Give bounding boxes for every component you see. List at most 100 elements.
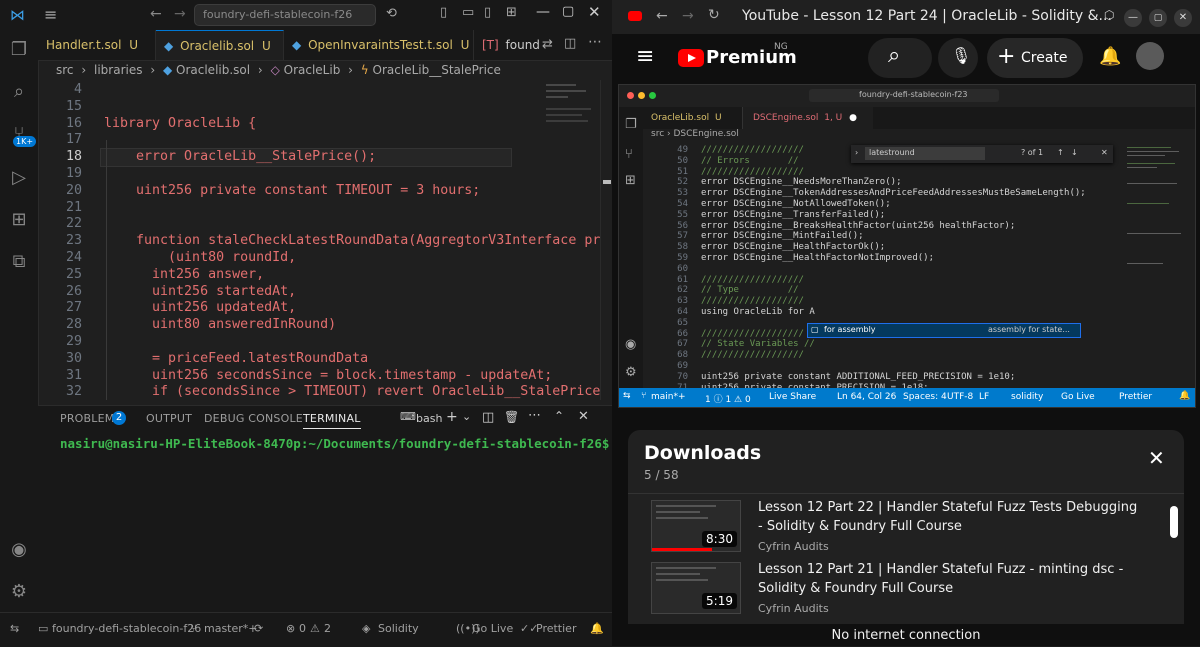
panel-maximize-icon[interactable]: ⌃ [554,409,564,423]
downloads-title: Downloads [644,442,762,464]
voice-search-button[interactable]: 🎙 [938,38,978,78]
video-player[interactable]: foundry-defi-stablecoin-f23 ❐ ⑂ ⊞ ◉ ⚙ Or… [618,84,1196,408]
trash-icon[interactable]: 🗑 [504,410,519,424]
maximize-icon[interactable]: ▢ [1149,9,1167,27]
code-line: library OracleLib { [104,115,257,131]
back-arrow-icon[interactable]: ← [656,8,668,24]
run-debug-icon[interactable]: ▷ [9,168,29,188]
status-warnings[interactable]: 2 [324,622,331,635]
more-actions-icon[interactable]: ⋯ [528,408,541,423]
back-arrow-icon[interactable]: ← [150,6,162,22]
customize-layout-icon[interactable]: ⊞ [506,5,517,20]
notifications-bell-icon[interactable]: 🔔 [1099,46,1121,67]
tab-oraclelib[interactable]: ◆ Oraclelib.sol U [156,30,284,60]
breadcrumb-item[interactable]: libraries [94,63,142,77]
video-status-language: solidity [1011,392,1044,402]
layout-panel-icon[interactable]: ▭ [462,5,474,20]
video-title[interactable]: Lesson 12 Part 21 | Handler Stateful Fuz… [758,560,1138,598]
extensions-icon[interactable]: ⊞ [9,210,29,230]
downloads-divider [628,493,1184,494]
status-folder[interactable]: foundry-defi-stablecoin-f26 [52,622,201,635]
list-item[interactable]: 8:30 Lesson 12 Part 22 | Handler Statefu… [628,498,1168,554]
forward-arrow-icon[interactable]: → [174,6,186,22]
tab-openinvariants[interactable]: ◆ OpenInvaraintsTest.t.sol U [284,30,474,60]
breadcrumb: src › libraries › ◆ Oraclelib.sol › ◇ Or… [38,60,612,80]
video-code-line: error DSCEngine__HealthFactorNotImproved… [701,253,934,263]
channel-name[interactable]: Cyfrin Audits [758,540,829,553]
split-editor-icon[interactable]: ◫ [564,36,576,51]
breadcrumb-item[interactable]: OracleLib [284,63,341,77]
remote-explorer-icon[interactable]: ⧉ [9,252,29,272]
panel-tab-output[interactable]: OUTPUT [146,412,192,425]
video-tab-badge: 1, U [824,113,843,123]
forward-arrow-icon[interactable]: → [682,8,694,24]
close-icon[interactable]: ✕ [588,3,601,21]
line-number: 19 [65,166,82,181]
video-duration: 5:19 [702,593,737,609]
tab-handler[interactable]: Handler.t.sol U [38,30,156,60]
new-terminal-icon[interactable]: + [446,409,458,425]
video-line-number: 61 [677,274,688,285]
settings-gear-icon[interactable]: ⚙ [9,582,29,602]
account-icon[interactable]: ◉ [9,540,29,560]
status-branch[interactable]: master*+ [204,622,258,635]
error-symbol-icon: ϟ [360,63,369,77]
close-icon[interactable]: ✕ [1174,9,1192,27]
remote-icon[interactable]: ⇆ [10,622,19,635]
minimize-icon[interactable]: — [1124,9,1142,27]
line-number: 23 [65,233,82,249]
traffic-light-yellow-icon [638,92,645,99]
explorer-icon[interactable]: ❐ [9,40,29,60]
layout-secondary-icon[interactable]: ▯ [484,5,491,20]
minimize-icon[interactable]: — [536,4,550,20]
tab-found[interactable]: [T] found [474,30,542,60]
panel-tab-debug-console[interactable]: DEBUG CONSOLE [204,412,303,425]
search-icon[interactable]: ⌕ [9,82,29,102]
video-code-line: // State Variables // [701,339,815,350]
video-line-number: 70 [677,371,688,382]
downloads-scrollbar[interactable] [1170,506,1178,538]
copilot-icon[interactable]: ⟲ [386,6,397,21]
avatar[interactable] [1136,42,1164,70]
notification-bell-icon[interactable]: 🔔 [590,622,604,635]
youtube-logo-icon[interactable] [678,49,704,67]
chevron-down-icon[interactable]: ⌄ [462,410,471,423]
sync-icon[interactable]: ⟳ [254,622,263,635]
menu-icon[interactable]: ≡ [44,5,57,24]
status-language[interactable]: Solidity [378,622,419,635]
create-button[interactable]: + Create [987,38,1083,78]
search-button[interactable]: ⌕ [868,38,932,78]
video-code-line: /////////////////// [701,274,804,285]
split-terminal-icon[interactable]: ◫ [482,410,494,425]
breadcrumb-item[interactable]: src [56,63,74,77]
video-line-number: 65 [677,317,688,328]
extension-icon[interactable]: ⬡ [1104,8,1114,22]
status-prettier[interactable]: Prettier [536,622,576,635]
terminal-icon: ⌨ [400,410,416,423]
more-actions-icon[interactable]: ⋯ [588,34,602,50]
hamburger-menu-icon[interactable]: ≡ [636,44,654,69]
layout-sidebar-icon[interactable]: ▯ [440,5,447,20]
minimap[interactable] [540,80,600,200]
video-title[interactable]: Lesson 12 Part 22 | Handler Stateful Fuz… [758,498,1138,536]
channel-name[interactable]: Cyfrin Audits [758,602,829,615]
breadcrumb-item[interactable]: Oraclelib.sol [176,63,250,77]
panel-tab-terminal[interactable]: TERMINAL [303,412,361,429]
compare-icon[interactable]: ⇄ [542,37,553,52]
video-suggest-label: for assembly [824,325,876,334]
video-line-number: 51 [677,166,688,177]
breadcrumb-item[interactable]: OracleLib__StalePrice [373,63,501,77]
reload-icon[interactable]: ↻ [708,7,720,23]
panel-close-icon[interactable]: ✕ [578,409,589,424]
list-item[interactable]: 5:19 Lesson 12 Part 21 | Handler Statefu… [628,560,1168,616]
close-downloads-icon[interactable]: ✕ [1148,446,1165,470]
video-tab-dscengine: DSCEngine.sol 1, U ● [743,107,873,129]
maximize-icon[interactable]: ▢ [562,4,574,19]
terminal-prompt[interactable]: nasiru@nasiru-HP-EliteBook-8470p:~/Docum… [60,436,609,451]
status-errors[interactable]: 0 [299,622,306,635]
status-golive[interactable]: Go Live [472,622,513,635]
video-status-prettier: Prettier [1119,392,1153,402]
code-editor[interactable]: 4 15 16 library OracleLib {17 18 error Oracl… [38,80,600,400]
terminal-shell-label[interactable]: bash [416,412,442,425]
command-center-search[interactable]: foundry-defi-stablecoin-f26 [194,4,376,26]
